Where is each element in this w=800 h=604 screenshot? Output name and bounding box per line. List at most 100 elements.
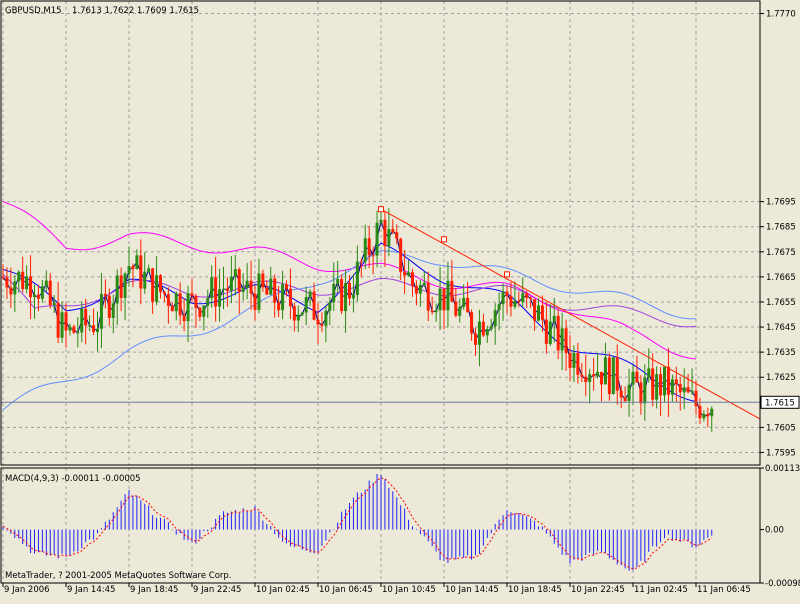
chart-header-ohlc: 1.7613 1.7622 1.7609 1.7615 [72,6,199,16]
candle-body [477,321,481,345]
candle-body [5,277,9,288]
candle-body [304,296,308,313]
candle-body [344,282,348,312]
current-price-label: 1.7615 [765,398,795,408]
candle-body [674,379,678,385]
candle-body [466,297,470,313]
candle-body [300,312,304,315]
candle-body [403,272,407,276]
time-tick-label: 9 Jan 18:45 [130,585,178,595]
candle-body [80,308,84,333]
time-tick-label: 10 Jan 10:45 [382,585,436,595]
candle-body [651,368,655,400]
candle-body [548,321,552,344]
candle-body [556,315,560,351]
candle-body [568,353,572,368]
time-tick-label: 11 Jan 06:45 [697,585,751,595]
macd-tick-label: 0.00 [765,526,784,536]
candle-body [442,288,446,311]
candle-body [261,273,265,288]
candle-body [60,312,64,338]
candle-body [588,374,592,383]
candle-body [151,268,155,302]
candle-body [540,305,544,320]
price-tick-label: 1.7675 [766,248,796,258]
candle-body [273,278,277,303]
candle-body [619,390,623,398]
candle-body [249,280,253,294]
candle-body [170,305,174,312]
candle-body [418,284,422,294]
candle-body [214,277,218,307]
candle-body [678,384,682,393]
candle-body [320,324,324,326]
candle-body [379,219,383,223]
candle-body [607,357,611,395]
candle-body [655,374,659,400]
candle-body [222,288,225,290]
price-tick-label: 1.7595 [766,448,796,458]
candle-body [162,292,166,294]
candle-body [521,293,525,303]
candle-body [623,397,627,402]
candle-body [584,376,588,383]
candle-body [513,301,517,307]
time-tick-label: 11 Jan 02:45 [634,585,688,595]
candle-body [698,406,702,419]
candle-body [485,329,489,336]
candle-body [481,321,485,336]
macd-tick-label: 0.00113 [765,464,800,474]
candle-body [450,280,454,302]
candle-body [580,374,584,377]
candle-body [159,275,162,293]
candle-body [462,297,466,307]
candle-body [686,387,690,393]
candle-body [139,255,143,289]
candle-body [202,305,206,317]
chart-header-symbol: GBPUSD,M15 [5,6,62,16]
price-tick-label: 1.7635 [766,348,796,358]
price-tick-label: 1.7770 [766,10,796,20]
swing-high-marker[interactable] [378,206,384,213]
candle-body [489,326,493,330]
candle-body [92,325,96,332]
time-tick-label: 10 Jan 18:45 [508,585,562,595]
candle-body [33,294,36,298]
candle-body [277,302,281,311]
price-tick-label: 1.7685 [766,223,796,233]
price-tick-label: 1.7605 [766,423,796,433]
candle-body [615,357,619,391]
swing-high-marker[interactable] [441,236,447,243]
candle-body [572,352,576,368]
price-tick-label: 1.7695 [766,198,796,208]
copyright-text: MetaTrader, ? 2001-2005 MetaQuotes Softw… [5,571,232,581]
candle-body [407,272,411,276]
candle-body [505,291,509,296]
candle-body [454,301,458,316]
candle-body [537,305,540,321]
candle-body [422,282,426,285]
candle-body [694,390,698,407]
candle-body [72,326,76,333]
candle-body [25,276,29,290]
candle-body [29,276,33,298]
candle-body [296,314,300,321]
candle-body [383,219,387,247]
candle-body [178,293,182,316]
swing-high-marker[interactable] [504,271,510,278]
candle-body [76,332,80,334]
candle-body [96,328,99,332]
candle-body [131,266,135,270]
candle-body [627,384,631,402]
candle-body [426,282,430,311]
candle-body [88,325,92,327]
candle-body [84,308,88,326]
chart-canvas[interactable]: 1.7770 1.7695 1.7685 1.7675 1.7665 1.7655 1.76… [0,0,800,600]
candle-body [281,284,285,311]
candle-body [107,295,111,318]
candle-body [446,280,450,311]
time-tick-label: 10 Jan 06:45 [319,585,373,595]
candle-body [635,371,639,383]
macd-header: MACD(4,9,3) -0.00011 -0.00005 [5,474,141,484]
candle-body [21,271,25,290]
